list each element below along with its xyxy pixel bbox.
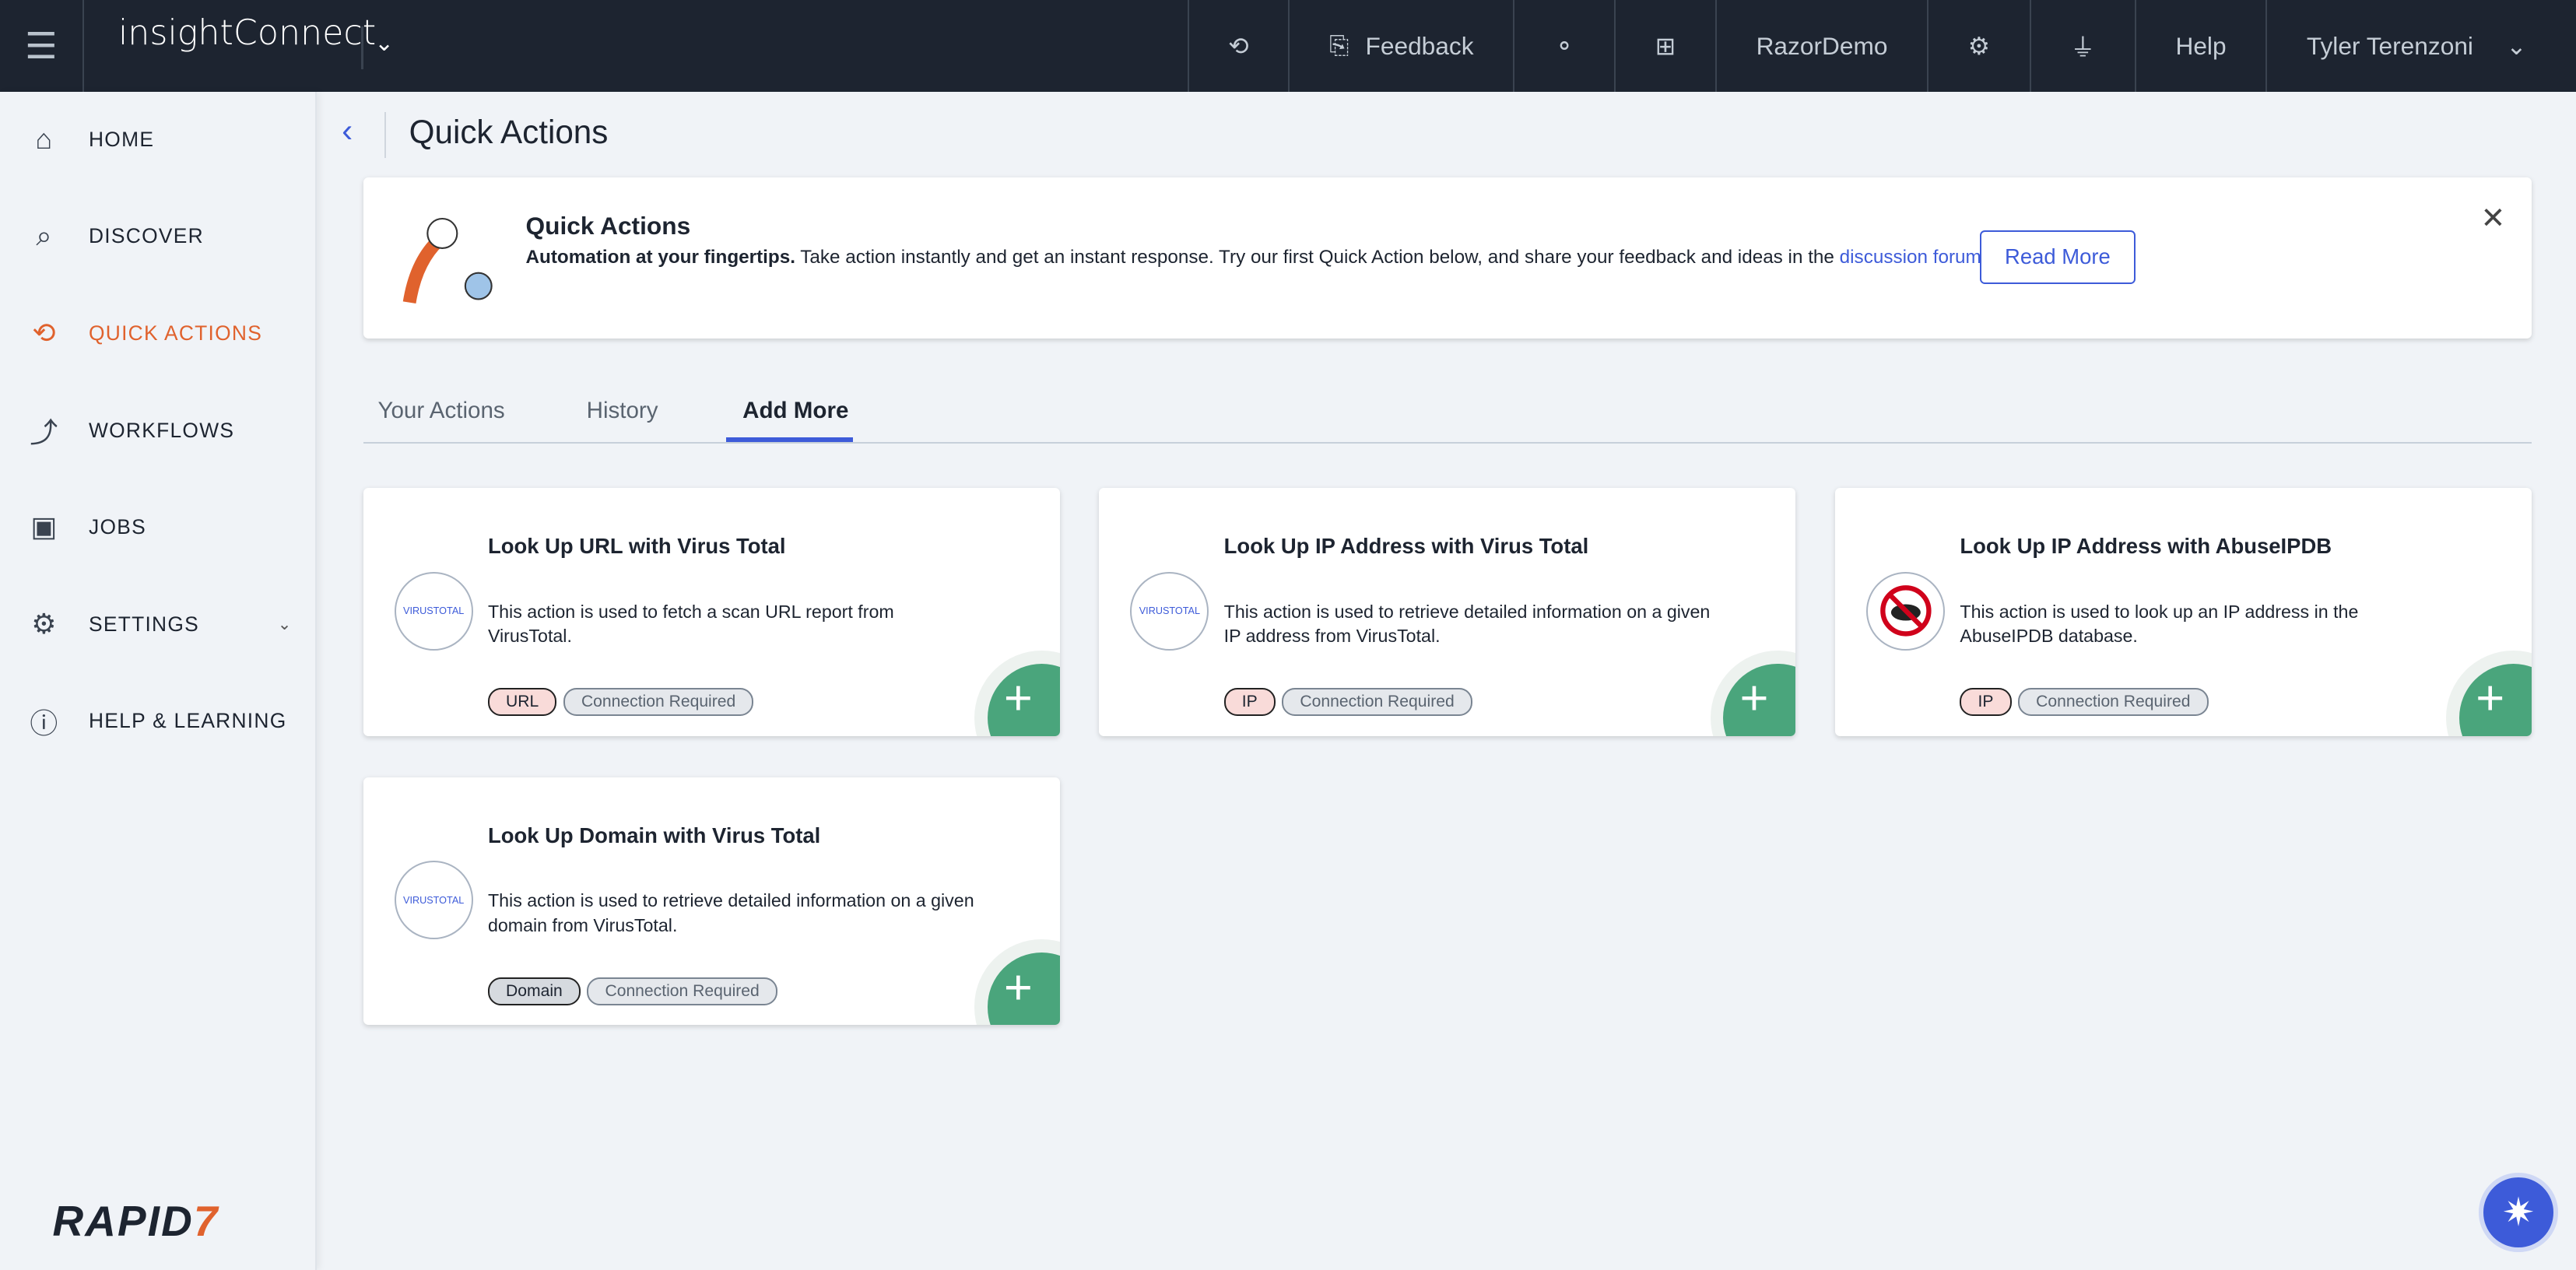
gear-icon: ⚙ <box>1967 31 1991 60</box>
sidebar-item-label: JOBS <box>88 515 146 539</box>
tab-bar: Your Actions History Add More <box>363 381 2532 444</box>
plugins-button[interactable]: ⏚ <box>2029 0 2135 93</box>
type-tag: IP <box>1223 688 1276 717</box>
divider <box>361 26 363 69</box>
sidebar-item-label: HELP & LEARNING <box>88 709 287 733</box>
connection-tag: Connection Required <box>563 688 754 717</box>
connection-tag: Connection Required <box>587 977 777 1005</box>
settings-button[interactable]: ⚙ <box>1927 0 2030 93</box>
quick-actions-icon: ⟲ <box>1228 31 1249 60</box>
help-icon: ⓘ <box>30 707 59 739</box>
sidebar-item-label: WORKFLOWS <box>88 418 235 442</box>
chevron-down-icon[interactable]: ⌄ <box>374 30 394 57</box>
home-icon: ⌂ <box>35 123 54 155</box>
banner-title: Quick Actions <box>525 212 691 240</box>
sidebar-item-discover[interactable]: ⌕ DISCOVER <box>0 204 315 269</box>
quick-actions-icon: ⟲ <box>32 318 57 349</box>
add-component-button[interactable]: ⊞ <box>1614 0 1715 93</box>
sidebar-item-jobs[interactable]: ▣ JOBS <box>0 494 315 560</box>
action-card[interactable]: Look Up URL with Virus Total VIRUSTOTAL … <box>363 487 1060 736</box>
card-title: Look Up URL with Virus Total <box>487 534 786 559</box>
info-banner: Quick Actions Automation at your fingert… <box>363 177 2532 339</box>
user-menu[interactable]: Tyler Terenzoni ⌄ <box>2265 0 2576 93</box>
action-card[interactable]: Look Up IP Address with Virus Total VIRU… <box>1099 487 1796 736</box>
virustotal-logo: VIRUSTOTAL <box>394 571 473 651</box>
help-button[interactable]: Help <box>2134 0 2265 93</box>
page-title: Quick Actions <box>409 113 609 150</box>
plus-icon: + <box>2476 671 2505 726</box>
sidebar-item-quick-actions[interactable]: ⟲ QUICK ACTIONS <box>0 300 315 366</box>
type-tag: URL <box>487 688 557 717</box>
sidebar-item-home[interactable]: ⌂ HOME <box>0 107 315 172</box>
search-icon: ⌕ <box>36 219 53 251</box>
card-title: Look Up IP Address with Virus Total <box>1223 534 1589 559</box>
tab-add-more[interactable]: Add More <box>742 398 848 424</box>
feedback-icon: ⎘ <box>1329 31 1349 60</box>
feedback-button[interactable]: ⎘ Feedback <box>1288 0 1513 93</box>
sidebar-item-label: QUICK ACTIONS <box>88 321 263 346</box>
user-name: Tyler Terenzoni <box>2306 31 2473 60</box>
virustotal-logo: VIRUSTOTAL <box>1130 571 1209 651</box>
card-description: This action is used to look up an IP add… <box>1960 601 2359 647</box>
rapid7-logo: RAPID7 <box>52 1196 219 1245</box>
app-logo[interactable]: insightConnect <box>118 13 376 53</box>
action-card[interactable]: Look Up IP Address with AbuseIPDB This a… <box>1834 487 2532 736</box>
chevron-down-icon: ⌄ <box>2506 31 2527 60</box>
rocket-illustration <box>402 217 493 303</box>
action-card[interactable]: Look Up Domain with Virus Total VIRUSTOT… <box>363 777 1060 1026</box>
card-description: This action is used to retrieve detailed… <box>1223 601 1711 647</box>
close-icon[interactable]: ✕ <box>2480 201 2505 236</box>
type-tag: Domain <box>487 977 581 1005</box>
sidebar-item-settings[interactable]: ⚙ SETTINGS ⌄ <box>0 591 315 657</box>
top-bar: ☰ insightConnect ⌄ ⟲ ⎘ Feedback ⚬ ⊞ Razor… <box>0 0 2576 93</box>
top-nav: ⟲ ⎘ Feedback ⚬ ⊞ RazorDemo ⚙ ⏚ Help Tyler… <box>1187 0 2576 93</box>
add-component-icon: ⊞ <box>1655 31 1676 60</box>
abuseipdb-logo <box>1866 571 1946 651</box>
back-button[interactable]: ‹ <box>342 111 386 158</box>
active-tab-indicator <box>726 437 853 442</box>
feedback-label: Feedback <box>1365 31 1474 60</box>
read-more-button[interactable]: Read More <box>1979 230 2136 284</box>
virustotal-logo: VIRUSTOTAL <box>394 861 473 940</box>
sidebar-item-label: HOME <box>88 127 155 151</box>
plus-icon: + <box>1003 671 1033 726</box>
org-switcher[interactable]: RazorDemo <box>1714 0 1927 93</box>
workflow-icon: ⚬ <box>1553 31 1575 60</box>
card-description: This action is used to retrieve detailed… <box>487 890 974 935</box>
banner-text: Automation at your fingertips. Take acti… <box>525 246 1987 268</box>
tab-history[interactable]: History <box>587 398 658 424</box>
card-title: Look Up IP Address with AbuseIPDB <box>1960 534 2332 559</box>
sidebar-item-label: DISCOVER <box>88 224 204 248</box>
menu-icon[interactable]: ☰ <box>0 0 84 93</box>
sidebar: ⌂ HOME ⌕ DISCOVER ⟲ QUICK ACTIONS ⤴ WORKFLOW… <box>0 92 318 1270</box>
type-tag: IP <box>1960 688 2012 717</box>
workflow-icon: ⤴ <box>30 417 59 449</box>
sidebar-item-help[interactable]: ⓘ HELP & LEARNING <box>0 688 315 753</box>
compass-icon: ✷ <box>2501 1190 2536 1235</box>
sidebar-item-workflows[interactable]: ⤴ WORKFLOWS <box>0 398 315 463</box>
connection-tag: Connection Required <box>1282 688 1472 717</box>
help-assistant-button[interactable]: ✷ <box>2479 1173 2558 1252</box>
sidebar-item-label: SETTINGS <box>88 612 200 636</box>
discussion-forum-link[interactable]: discussion forum <box>1840 247 1981 268</box>
quick-actions-nav-button[interactable]: ⟲ <box>1187 0 1289 93</box>
chevron-down-icon: ⌄ <box>277 616 293 634</box>
tab-your-actions[interactable]: Your Actions <box>378 398 505 424</box>
plug-icon: ⏚ <box>2070 33 2096 62</box>
card-description: This action is used to fetch a scan URL … <box>487 601 894 647</box>
plus-icon: + <box>1003 960 1033 1015</box>
gear-icon: ⚙ <box>31 608 58 640</box>
card-title: Look Up Domain with Virus Total <box>487 823 821 847</box>
connection-tag: Connection Required <box>2018 688 2209 717</box>
jobs-icon: ▣ <box>30 511 58 543</box>
plus-icon: + <box>1739 671 1769 726</box>
workflows-nav-button[interactable]: ⚬ <box>1513 0 1614 93</box>
